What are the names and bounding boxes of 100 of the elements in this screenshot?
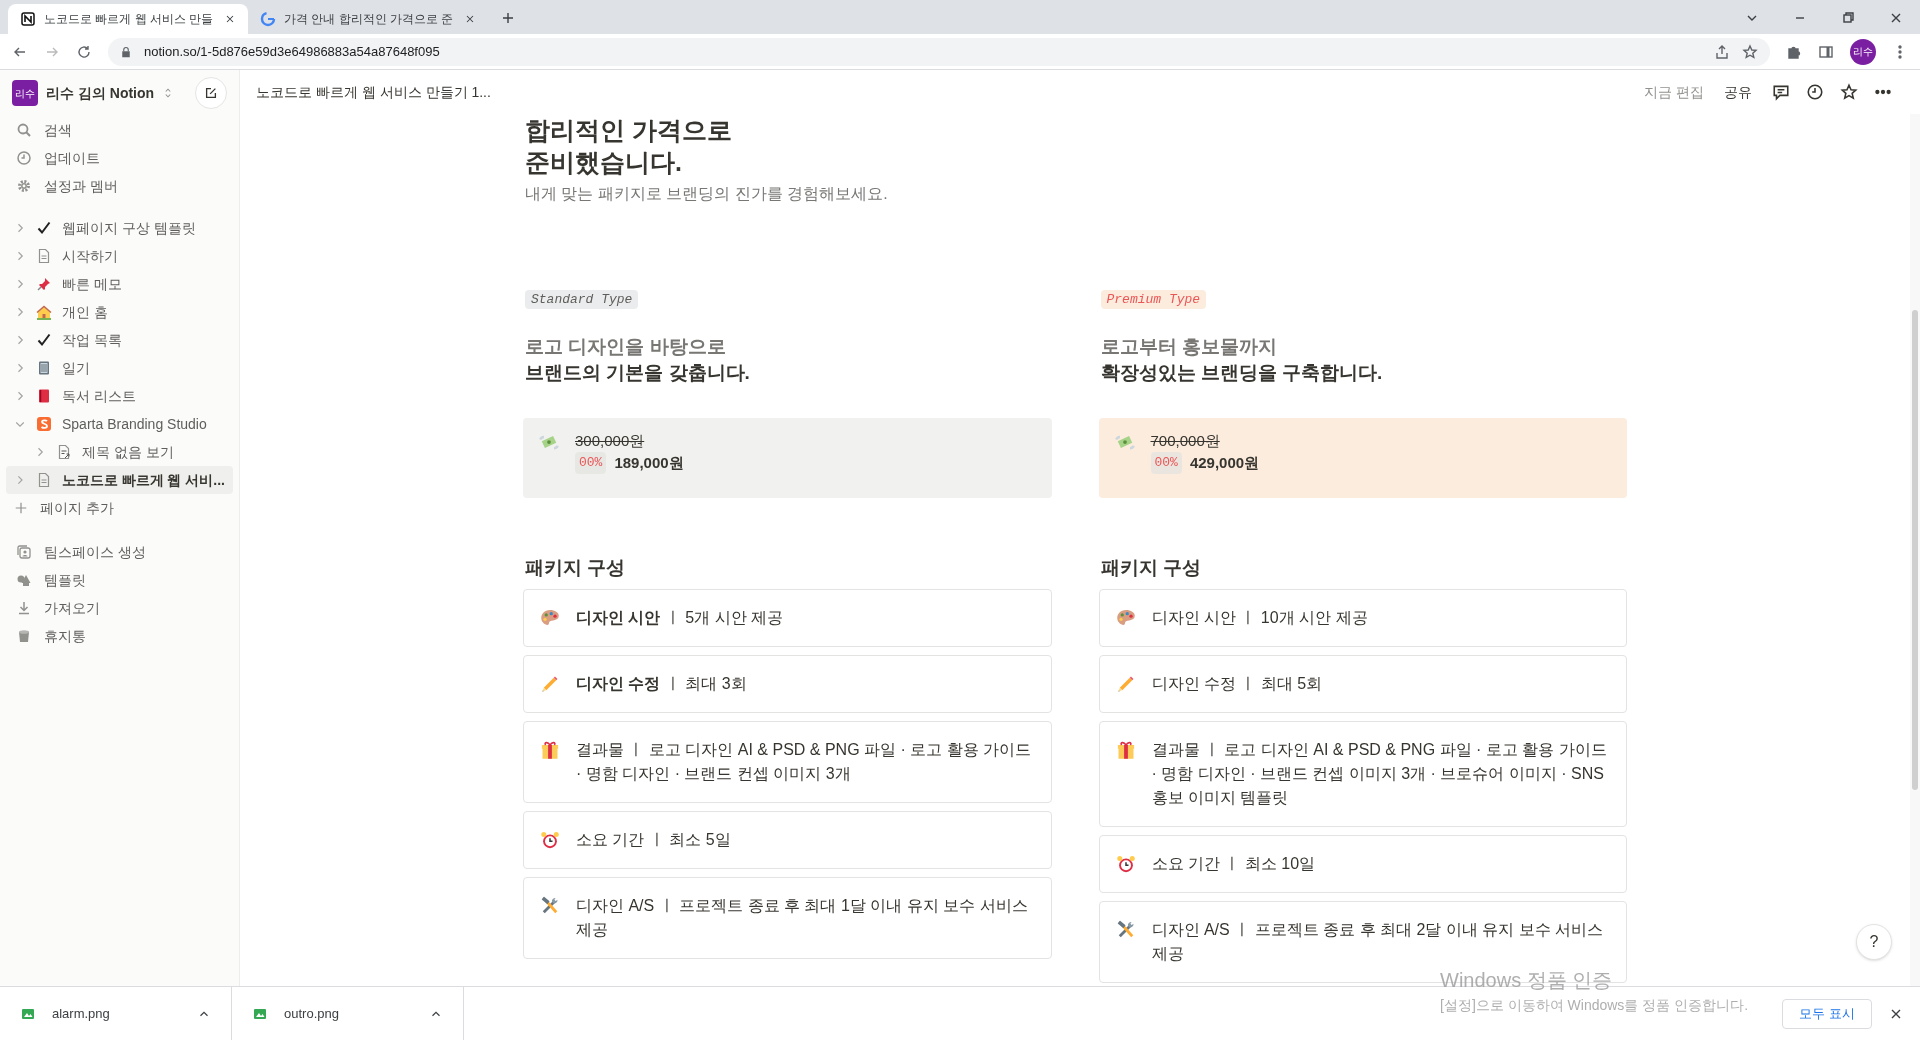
share-icon[interactable] <box>1714 43 1730 60</box>
notebook-icon <box>36 360 52 376</box>
scrollbar[interactable] <box>1910 114 1920 986</box>
sidebar-nav-item[interactable]: 설정과 멤버 <box>0 172 239 200</box>
edited-time: 지금 편집 <box>1644 82 1704 102</box>
page-tree-item[interactable]: Sparta Branding Studio <box>6 410 233 438</box>
hammer-and-wrench-icon <box>540 895 560 916</box>
sale-price: 429,000원 <box>1189 453 1260 473</box>
discount-rate: 00% <box>1150 452 1182 474</box>
plan-heading: 확장성있는 브랜딩을 구축합니다. <box>1100 361 1384 385</box>
palette-icon <box>1115 607 1136 628</box>
page-tree-item[interactable]: 제목 없음 보기 <box>6 438 233 466</box>
plus-icon[interactable] <box>500 10 516 26</box>
close-icon[interactable] <box>464 13 476 25</box>
comment-icon[interactable] <box>1772 83 1790 101</box>
address-bar[interactable]: notion.so/1-5d876e59d3e64986883a54a87648f095 <box>108 37 1770 66</box>
package-item-text: 소요 기간 ㅣ 최소 10일 <box>1151 853 1316 874</box>
page-tree-item[interactable]: 시작하기 <box>6 242 233 270</box>
document-icon <box>36 248 52 264</box>
sidebar-nav-item[interactable]: 템플릿 <box>0 566 239 594</box>
page-tree-item[interactable]: 독서 리스트 <box>6 382 233 410</box>
star-icon[interactable] <box>1742 43 1758 60</box>
add-page-item[interactable]: 페이지 추가 <box>0 494 239 522</box>
section-heading: 패키지 구성 <box>1099 556 1202 580</box>
profile-avatar[interactable]: 리수 <box>1850 38 1876 65</box>
notion-logo-icon <box>20 11 36 27</box>
book-icon <box>36 388 52 404</box>
package-item-text: 결과물 ㅣ 로고 디자인 AI & PSD & PNG 파일 · 로고 활용 가이드 · 명함 디자인 · 브랜드 컨셉 이미지 3개 <box>576 739 1033 784</box>
gift-icon <box>540 739 560 760</box>
browser-tab[interactable]: 노코드로 빠르게 웹 서비스 만들 <box>8 4 248 34</box>
document-link-icon <box>56 444 72 460</box>
page-title: 합리적인 가격으로 <box>524 115 733 146</box>
pushpin-icon <box>36 276 52 292</box>
page-subtitle: 내게 맞는 패키지로 브랜딩의 진가를 경험해보세요. <box>524 184 889 204</box>
new-page-button[interactable] <box>195 77 227 109</box>
clock-icon[interactable] <box>1806 83 1824 101</box>
package-item-text: 디자인 수정 ㅣ 최대 3회 <box>576 673 747 694</box>
workspace-avatar: 리수 <box>12 80 38 106</box>
sidebar-nav-item[interactable]: 검색 <box>0 116 239 144</box>
download-item[interactable]: outro.png <box>232 986 464 1040</box>
package-item-text: 디자인 시안 ㅣ 10개 시안 제공 <box>1151 607 1368 628</box>
page-tree-item[interactable]: 개인 홈 <box>6 298 233 326</box>
plan-heading: 브랜드의 기본을 갖춥니다. <box>525 361 751 385</box>
page-tree-item[interactable]: 작업 목록 <box>6 326 233 354</box>
package-item-text: 디자인 A/S ㅣ 프로젝트 종료 후 최대 2달 이내 유지 보수 서비스 제공 <box>1151 919 1605 964</box>
discount-rate: 00% <box>575 452 607 474</box>
search-icon <box>16 122 32 138</box>
reload-icon[interactable] <box>76 43 92 60</box>
activation-watermark-text: [설정]으로 이동하여 Windows를 정품 인증합니다. <box>1440 996 1749 1015</box>
activation-watermark-title: Windows 정품 인증 <box>1440 968 1614 993</box>
star-icon[interactable] <box>1840 83 1858 101</box>
package-item-text: 소요 기간 ㅣ 최소 5일 <box>576 829 731 850</box>
alarm-clock-icon <box>540 829 560 850</box>
package-item-text: 디자인 시안 ㅣ 5개 시안 제공 <box>576 607 784 628</box>
original-price: 700,000원 <box>1150 431 1220 451</box>
page-tree-item[interactable]: 일기 <box>6 354 233 382</box>
gift-icon <box>1115 739 1136 760</box>
sidebar-nav-item[interactable]: 업데이트 <box>0 144 239 172</box>
restore-icon[interactable] <box>1840 10 1856 26</box>
clock-icon <box>16 150 32 166</box>
help-button[interactable]: ? <box>1856 924 1892 960</box>
plan-type-tag: Premium Type <box>1100 290 1207 309</box>
breadcrumb[interactable]: 노코드로 빠르게 웹 서비스 만들기 1... <box>256 81 491 103</box>
compose-icon <box>204 86 218 100</box>
page-tree-item[interactable]: 웹페이지 구상 템플릿 <box>6 214 233 242</box>
checkmark-icon <box>36 220 52 236</box>
sale-price: 189,000원 <box>614 453 684 473</box>
sidebar-nav-item[interactable]: 휴지통 <box>0 622 239 650</box>
browser-tab[interactable]: 가격 안내 합리적인 가격으로 준 <box>248 4 488 34</box>
alarm-clock-icon <box>1115 853 1136 874</box>
teamspace-icon <box>16 544 32 560</box>
close-icon[interactable] <box>224 13 236 25</box>
trash-icon <box>16 628 32 644</box>
page-title: 준비했습니다. <box>524 147 683 178</box>
lock-icon <box>120 45 132 58</box>
sidebar-nav-item[interactable]: 팀스페이스 생성 <box>0 538 239 566</box>
house-icon <box>36 304 52 320</box>
page-tree-item[interactable]: 노코드로 빠르게 웹 서비... <box>6 466 233 494</box>
plan-heading: 로고 디자인을 바탕으로 <box>525 335 727 359</box>
download-item[interactable]: alarm.png <box>0 986 232 1040</box>
sidebar-nav-item[interactable]: 가져오기 <box>0 594 239 622</box>
share-button[interactable]: 공유 <box>1720 81 1756 103</box>
plan-type-tag: Standard Type <box>525 290 639 309</box>
original-price: 300,000원 <box>575 431 645 451</box>
section-heading: 패키지 구성 <box>524 556 627 580</box>
google-logo-icon <box>260 11 276 27</box>
side-panel-icon[interactable] <box>1818 43 1834 60</box>
download-icon <box>16 600 32 616</box>
workspace-name[interactable]: 리수 김의 Notion <box>46 82 155 104</box>
show-all-button[interactable]: 모두 표시 <box>1782 998 1872 1029</box>
checkmark-icon <box>36 332 52 348</box>
page-tree-item[interactable]: 빠른 메모 <box>6 270 233 298</box>
plan-heading: 로고부터 홍보물까지 <box>1100 335 1278 359</box>
settings-icon <box>16 178 32 194</box>
package-item-text: 결과물 ㅣ 로고 디자인 AI & PSD & PNG 파일 · 로고 활용 가이드 · 명함 디자인 · 브랜드 컨셉 이미지 3개 · 브로슈어 이미지 · SNS 홍보 이미지 템플릿 <box>1151 739 1608 808</box>
palette-icon <box>540 607 560 628</box>
letter-s-logo-icon <box>36 416 52 432</box>
package-item-text: 디자인 A/S ㅣ 프로젝트 종료 후 최대 1달 이내 유지 보수 서비스 제공 <box>576 895 1029 940</box>
package-item-text: 디자인 수정 ㅣ 최대 5회 <box>1151 673 1323 694</box>
hammer-and-wrench-icon <box>1115 919 1136 940</box>
